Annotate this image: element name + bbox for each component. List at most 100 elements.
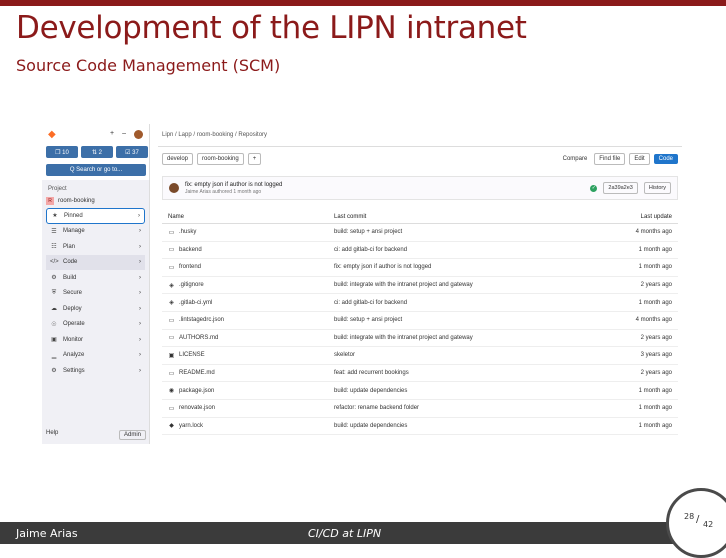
sidebar-item-code[interactable]: </> Code ›: [46, 254, 145, 270]
find-file-button[interactable]: Find file: [594, 153, 626, 165]
file-last-update: 2 years ago: [640, 370, 672, 377]
chevron-right-icon: ›: [139, 305, 141, 312]
table-row[interactable]: ◆ yarn.lock build: update dependencies 1 mo…: [162, 418, 678, 436]
search-button[interactable]: Q Search or go to...: [46, 164, 146, 176]
sidebar-item-deploy[interactable]: ☁ Deploy ›: [46, 301, 145, 317]
table-row[interactable]: ▣ LICENSE skeletor 3 years ago: [162, 347, 678, 365]
file-name[interactable]: .gitignore: [179, 282, 204, 288]
todos-counter[interactable]: ☑ 37: [116, 146, 148, 158]
edit-button[interactable]: Edit: [629, 153, 650, 165]
file-last-commit[interactable]: build: setup + ansi project: [334, 229, 598, 235]
file-last-update: 1 month ago: [638, 246, 672, 253]
sidebar-item-settings[interactable]: ⚙ Settings ›: [46, 363, 145, 379]
pipeline-success-icon[interactable]: ✓: [590, 184, 598, 192]
file-name[interactable]: renovate.json: [179, 405, 215, 411]
sidebar-item-secure[interactable]: ⛨ Secure ›: [46, 286, 145, 302]
file-name[interactable]: LICENSE: [179, 352, 205, 358]
repository-view: Lipn / Lapp / room-booking / Repository …: [158, 124, 682, 444]
file-last-commit[interactable]: build: update dependencies: [334, 423, 598, 429]
header-last-commit: Last commit: [334, 213, 367, 220]
file-icon: ▭: [168, 405, 175, 412]
file-name[interactable]: package.json: [179, 388, 214, 394]
sidebar-item-label: Operate: [63, 321, 85, 328]
gitlab-logo-icon[interactable]: ◆: [48, 130, 62, 140]
sidebar-item-icon: ☰: [51, 228, 57, 235]
sidebar-project[interactable]: R room-booking: [46, 196, 145, 206]
file-last-commit[interactable]: skeletor: [334, 352, 598, 358]
sidebar-item-pinned[interactable]: ★ Pinned ›: [46, 208, 145, 224]
file-last-update: 4 months ago: [635, 229, 672, 236]
file-last-commit[interactable]: build: integrate with the intranet proje…: [334, 335, 598, 341]
file-last-commit[interactable]: feat: add recurrent bookings: [334, 370, 598, 376]
file-last-commit[interactable]: ci: add gitlab-ci for backend: [334, 247, 598, 253]
sidebar-item-plan[interactable]: ☷ Plan ›: [46, 239, 145, 255]
sidebar-item-icon: ▣: [51, 337, 57, 344]
file-name[interactable]: .lintstagedrc.json: [179, 317, 224, 323]
chevron-right-icon: ›: [139, 336, 141, 343]
branch-selector[interactable]: develop: [162, 153, 194, 165]
last-commit-box: fix: empty json if author is not logged …: [162, 176, 678, 200]
table-row[interactable]: ◉ package.json build: update dependencies 1…: [162, 382, 678, 400]
page-separator: /: [696, 514, 700, 525]
issues-counter[interactable]: ❐ 10: [46, 146, 78, 158]
sidebar-item-manage[interactable]: ☰ Manage ›: [46, 224, 145, 240]
new-item-icon[interactable]: +: [110, 130, 114, 139]
header-name: Name: [168, 213, 185, 220]
file-name[interactable]: yarn.lock: [179, 423, 203, 429]
file-last-commit[interactable]: build: setup + ansi project: [334, 317, 598, 323]
sidebar-item-operate[interactable]: ☉ Operate ›: [46, 317, 145, 333]
sidebar-item-icon: ★: [52, 213, 58, 220]
file-last-update: 1 month ago: [638, 299, 672, 306]
commit-author-avatar: [169, 183, 179, 193]
file-last-commit[interactable]: build: integrate with the intranet proje…: [334, 282, 598, 288]
file-last-update: 4 months ago: [635, 317, 672, 324]
table-row[interactable]: ▭ renovate.json refactor: rename backend f…: [162, 400, 678, 418]
table-row[interactable]: ▭ README.md feat: add recurrent bookings 2 …: [162, 365, 678, 383]
header-last-update: Last update: [640, 213, 672, 220]
breadcrumb[interactable]: Lipn / Lapp / room-booking / Repository: [162, 132, 267, 138]
file-last-update: 1 month ago: [638, 387, 672, 394]
sidebar-footer: Help Admin: [46, 430, 146, 440]
table-row[interactable]: ▭ frontend fix: empty json if author is no…: [162, 259, 678, 277]
sidebar-item-icon: ⚙: [51, 275, 57, 282]
file-name[interactable]: backend: [179, 247, 202, 253]
table-row[interactable]: ▭ AUTHORS.md build: integrate with the int…: [162, 330, 678, 348]
commit-sha[interactable]: 2a39a2e3: [603, 182, 638, 194]
file-last-commit[interactable]: fix: empty json if author is not logged: [334, 264, 598, 270]
commit-title[interactable]: fix: empty json if author is not logged: [185, 182, 282, 188]
code-button[interactable]: Code: [653, 154, 678, 164]
collapse-icon[interactable]: –: [122, 130, 126, 139]
merge-requests-counter[interactable]: ⇅ 2: [81, 146, 113, 158]
compare-button[interactable]: Compare: [560, 154, 591, 164]
admin-button[interactable]: Admin: [118, 430, 146, 440]
add-file-button[interactable]: +: [247, 153, 262, 165]
sidebar-item-build[interactable]: ⚙ Build ›: [46, 270, 145, 286]
commit-meta: Jaime Arias authored 1 month ago: [185, 188, 262, 195]
path-breadcrumb[interactable]: room-booking: [197, 153, 244, 165]
file-name[interactable]: frontend: [179, 264, 201, 270]
file-last-commit[interactable]: refactor: rename backend folder: [334, 405, 598, 411]
page-total: 42: [703, 520, 714, 529]
sidebar-item-analyze[interactable]: ▁ Analyze ›: [46, 348, 145, 364]
avatar[interactable]: [134, 130, 143, 139]
chevron-right-icon: ›: [139, 274, 141, 281]
file-name[interactable]: .husky: [179, 229, 196, 235]
table-row[interactable]: ◈ .gitignore build: integrate with the int…: [162, 277, 678, 295]
file-name[interactable]: .gitlab-ci.yml: [179, 300, 212, 306]
table-row[interactable]: ▭ .lintstagedrc.json build: setup + ansi p…: [162, 312, 678, 330]
sidebar-item-monitor[interactable]: ▣ Monitor ›: [46, 332, 145, 348]
table-row[interactable]: ▭ .husky build: setup + ansi project 4 mont…: [162, 224, 678, 242]
file-last-update: 1 month ago: [638, 422, 672, 429]
sidebar-section-label: Project: [48, 186, 67, 192]
file-last-commit[interactable]: build: update dependencies: [334, 388, 598, 394]
file-icon: ▭: [168, 317, 175, 324]
table-row[interactable]: ▭ backend ci: add gitlab-ci for backend 1 m…: [162, 242, 678, 260]
history-button[interactable]: History: [643, 182, 671, 194]
sidebar-item-icon: </>: [50, 259, 59, 266]
file-name[interactable]: README.md: [179, 370, 215, 376]
file-last-commit[interactable]: ci: add gitlab-ci for backend: [334, 300, 598, 306]
help-button[interactable]: Help: [46, 430, 58, 440]
chevron-right-icon: ›: [139, 321, 141, 328]
table-row[interactable]: ◈ .gitlab-ci.yml ci: add gitlab-ci for bac…: [162, 294, 678, 312]
file-name[interactable]: AUTHORS.md: [179, 335, 218, 341]
